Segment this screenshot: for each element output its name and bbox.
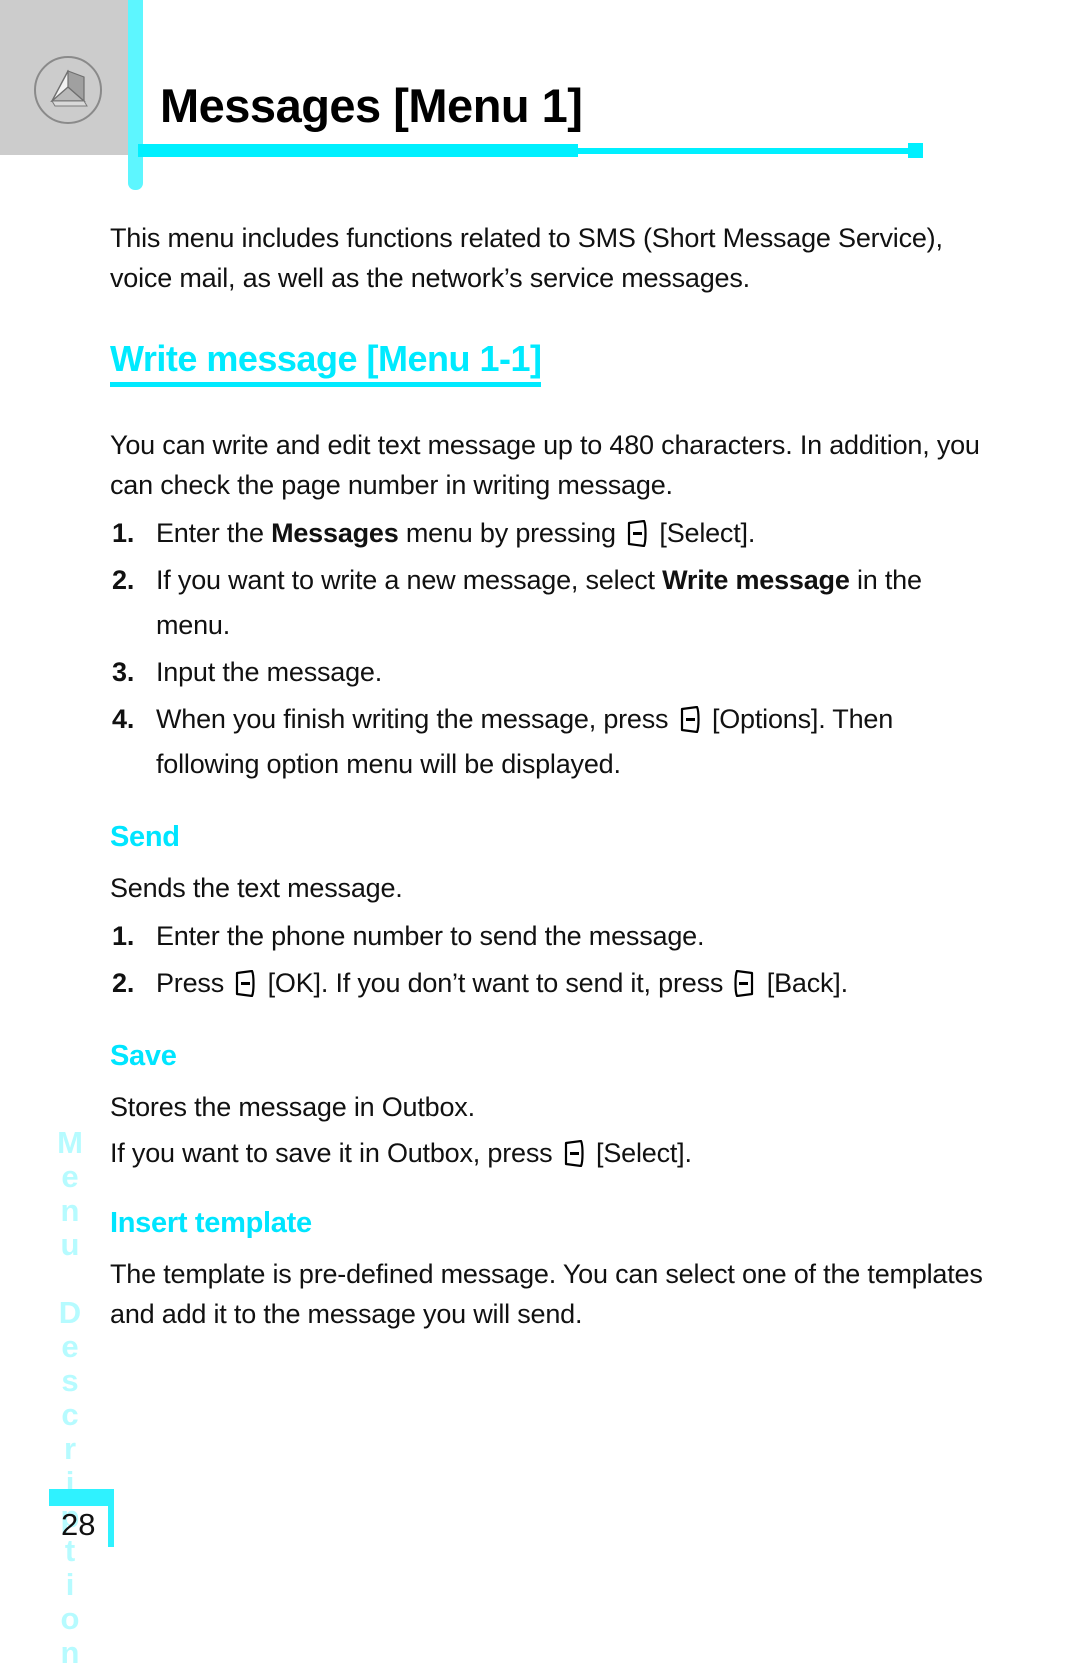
left-softkey-icon <box>234 970 256 997</box>
step-number: 4. <box>112 704 135 734</box>
left-softkey-icon <box>563 1140 585 1167</box>
side-tab-menu-description: M e n u D e s c r i p t i o n <box>48 1125 94 1670</box>
list-item: 1. Enter the phone number to send the mes… <box>110 914 990 959</box>
side-tab-letter: r <box>63 1431 79 1466</box>
step-text-bold: Write message <box>662 565 850 595</box>
step-text-mid: [OK]. If you don’t want to send it, pres… <box>260 968 731 998</box>
intro-paragraph: This menu includes functions related to … <box>110 223 943 293</box>
step-text-post: [Select]. <box>652 518 756 548</box>
section-heading-wrap: Write message [Menu 1-1] <box>110 320 990 405</box>
left-softkey-icon <box>626 520 648 547</box>
step-text-mid: menu by pressing <box>398 518 624 548</box>
step-text-bold: Messages <box>271 518 399 548</box>
write-message-steps: 1. Enter the Messages menu by pressing [S… <box>110 511 990 787</box>
step-text-pre: Enter the <box>156 518 272 548</box>
header-rule-thick <box>138 144 578 157</box>
send-steps: 1. Enter the phone number to send the mes… <box>110 914 990 1006</box>
step-text-pre: Enter the phone number to send the messa… <box>156 921 705 951</box>
side-tab-letter: D <box>58 1295 84 1330</box>
save-line-post: [Select]. <box>588 1138 692 1168</box>
subsection-heading-send: Send <box>110 821 180 853</box>
step-text-pre: When you finish writing the message, pre… <box>156 704 676 734</box>
step-number: 2. <box>112 565 135 595</box>
side-tab-letter: s <box>61 1363 81 1398</box>
step-number: 2. <box>112 968 135 998</box>
step-text-pre: Input the message. <box>156 657 383 687</box>
footer-accent-bar <box>49 1489 108 1503</box>
side-tab-letter: e <box>61 1159 81 1194</box>
step-number: 1. <box>112 518 135 548</box>
page-content: This menu includes functions related to … <box>110 218 990 1334</box>
save-line-pre: If you want to save it in Outbox, press <box>110 1138 560 1168</box>
side-tab-space <box>48 1262 94 1296</box>
header-vertical-accent <box>128 0 143 190</box>
page-number: 28 <box>61 1507 96 1542</box>
side-tab-letter: n <box>60 1635 82 1670</box>
side-tab-letter: o <box>60 1601 82 1636</box>
subsection-heading-save: Save <box>110 1040 177 1072</box>
section-intro-paragraph: You can write and edit text message up t… <box>110 430 980 500</box>
list-item: 2. If you want to write a new message, se… <box>110 558 990 648</box>
footer-accent-vertical <box>108 1489 114 1547</box>
side-tab-letter: n <box>60 1193 82 1228</box>
side-tab-letter: M <box>57 1125 85 1160</box>
list-item: 4. When you finish writing the message, p… <box>110 697 990 787</box>
list-item: 1. Enter the Messages menu by pressing [S… <box>110 511 990 556</box>
step-number: 3. <box>112 657 135 687</box>
save-body: Stores the message in Outbox. <box>110 1092 475 1122</box>
send-body: Sends the text message. <box>110 873 403 903</box>
side-tab-letter: e <box>61 1329 81 1364</box>
header-rule-thin <box>578 148 908 154</box>
page-title: Messages [Menu 1] <box>160 79 583 132</box>
page-header: Messages [Menu 1] <box>0 0 1080 200</box>
step-text-post: [Back]. <box>759 968 848 998</box>
section-heading-write-message: Write message [Menu 1-1] <box>110 338 542 387</box>
step-text-pre: If you want to write a new message, sele… <box>156 565 663 595</box>
subsection-heading-insert-template: Insert template <box>110 1207 312 1239</box>
left-softkey-icon <box>679 706 701 733</box>
insert-template-body: The template is pre-defined message. You… <box>110 1259 983 1329</box>
list-item: 3. Input the message. <box>110 650 990 695</box>
step-text-pre: Press <box>156 968 232 998</box>
side-tab-letter: u <box>60 1227 82 1262</box>
side-tab-letter: c <box>61 1397 81 1432</box>
footer-accent-line <box>49 1503 108 1506</box>
step-number: 1. <box>112 921 135 951</box>
page-footer: 28 <box>49 1489 129 1579</box>
list-item: 2. Press [OK]. If you don’t want to send … <box>110 961 990 1006</box>
save-extra-line: If you want to save it in Outbox, press … <box>110 1133 990 1173</box>
header-rule-endcap <box>908 143 923 158</box>
envelope-icon <box>30 52 106 128</box>
right-softkey-icon <box>733 970 755 997</box>
